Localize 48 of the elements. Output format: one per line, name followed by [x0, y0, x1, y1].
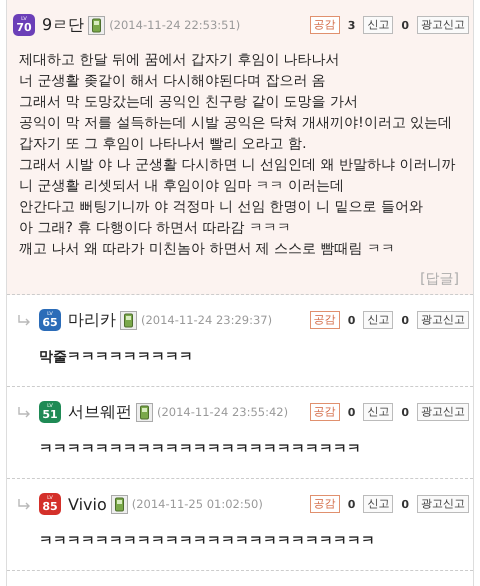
like-button[interactable]: 공감	[310, 310, 340, 330]
comment-text: 너 군생활 좆같이 해서 다시해야된다며 잡으러 옴	[19, 72, 327, 91]
comment-text: 갑자기 또 그 후임이 나타나서 빨리 오라고 함.	[19, 135, 308, 154]
timestamp: (2014-11-24 22:53:51)	[109, 18, 240, 32]
report-count: 0	[401, 498, 409, 510]
report-button[interactable]: 신고	[363, 494, 394, 514]
report-count: 0	[401, 406, 409, 418]
ad-report-button[interactable]: 광고신고	[417, 310, 469, 330]
ad-report-button[interactable]: 광고신고	[417, 402, 469, 422]
report-count: 0	[401, 314, 409, 326]
report-count: 0	[401, 18, 409, 32]
like-button[interactable]: 공감	[310, 494, 340, 514]
comment-text: 그래서 시발 야 나 군생활 다시하면 니 선임인데 왜 반말하냐 이러니까	[19, 156, 457, 175]
author-name[interactable]: 9ㄹ단	[42, 14, 84, 36]
phone-icon	[110, 494, 128, 514]
comment-text: 아 그래? 휴 다행이다 하면서 따라감 ㅋㅋㅋ	[19, 219, 292, 238]
timestamp: (2014-11-24 23:55:42)	[157, 405, 288, 419]
timestamp: (2014-11-24 23:29:37)	[141, 313, 272, 327]
comment-text: 깨고 나서 왜 따라가 미친놈아 하면서 제 스스로 빰때림 ㅋㅋ	[19, 240, 396, 259]
comment-text: 니 군생활 리셋되서 내 후임이야 임마 ㅋㅋ 이러는데	[19, 177, 346, 196]
like-count: 3	[348, 18, 356, 32]
comment-text: ㅋㅋㅋㅋㅋㅋㅋㅋㅋㅋㅋㅋㅋㅋㅋㅋㅋㅋㅋㅋㅋㅋㅋㅋ	[39, 532, 376, 551]
like-count: 0	[348, 406, 356, 418]
ad-report-button[interactable]: 광고신고	[417, 16, 469, 34]
reply-arrow-icon	[17, 406, 31, 418]
report-button[interactable]: 신고	[363, 402, 394, 422]
phone-icon	[88, 16, 106, 34]
like-count: 0	[348, 314, 356, 326]
like-button[interactable]: 공감	[310, 16, 340, 34]
phone-icon	[120, 310, 137, 330]
report-button[interactable]: 신고	[363, 310, 394, 330]
like-count: 0	[348, 498, 356, 510]
reply-arrow-icon	[17, 498, 31, 510]
timestamp: (2014-11-25 01:02:50)	[132, 497, 263, 511]
phone-icon	[136, 402, 153, 422]
author-name[interactable]: 마리카	[68, 310, 116, 330]
reply-arrow-icon	[17, 314, 31, 326]
comment-text: 공익이 막 저를 설득하는데 시발 공익은 닥쳐 개새끼야!이러고 있는데	[19, 114, 454, 133]
comment-text: 제대하고 한달 뒤에 꿈에서 갑자기 후임이 나타나서	[19, 51, 341, 70]
comment-text: 막줄ㅋㅋㅋㅋㅋㅋㅋㅋㅋ	[39, 348, 194, 367]
comment-text: 그래서 막 도망갔는데 공익인 친구랑 같이 도망을 가서	[19, 93, 360, 112]
like-button[interactable]: 공감	[310, 402, 340, 422]
author-name[interactable]: Vivio	[68, 494, 107, 514]
comment-text: ㅋㅋㅋㅋㅋㅋㅋㅋㅋㅋㅋㅋㅋㅋㅋㅋㅋㅋㅋㅋㅋㅋㅋ	[39, 440, 362, 459]
report-button[interactable]: 신고	[363, 16, 394, 34]
author-name[interactable]: 서브웨펀	[68, 402, 132, 422]
ad-report-button[interactable]: 광고신고	[417, 494, 469, 514]
comment-text: 안간다고 뻐팅기니까 야 걱정마 니 선임 한명이 니 밑으로 들어와	[19, 198, 424, 217]
